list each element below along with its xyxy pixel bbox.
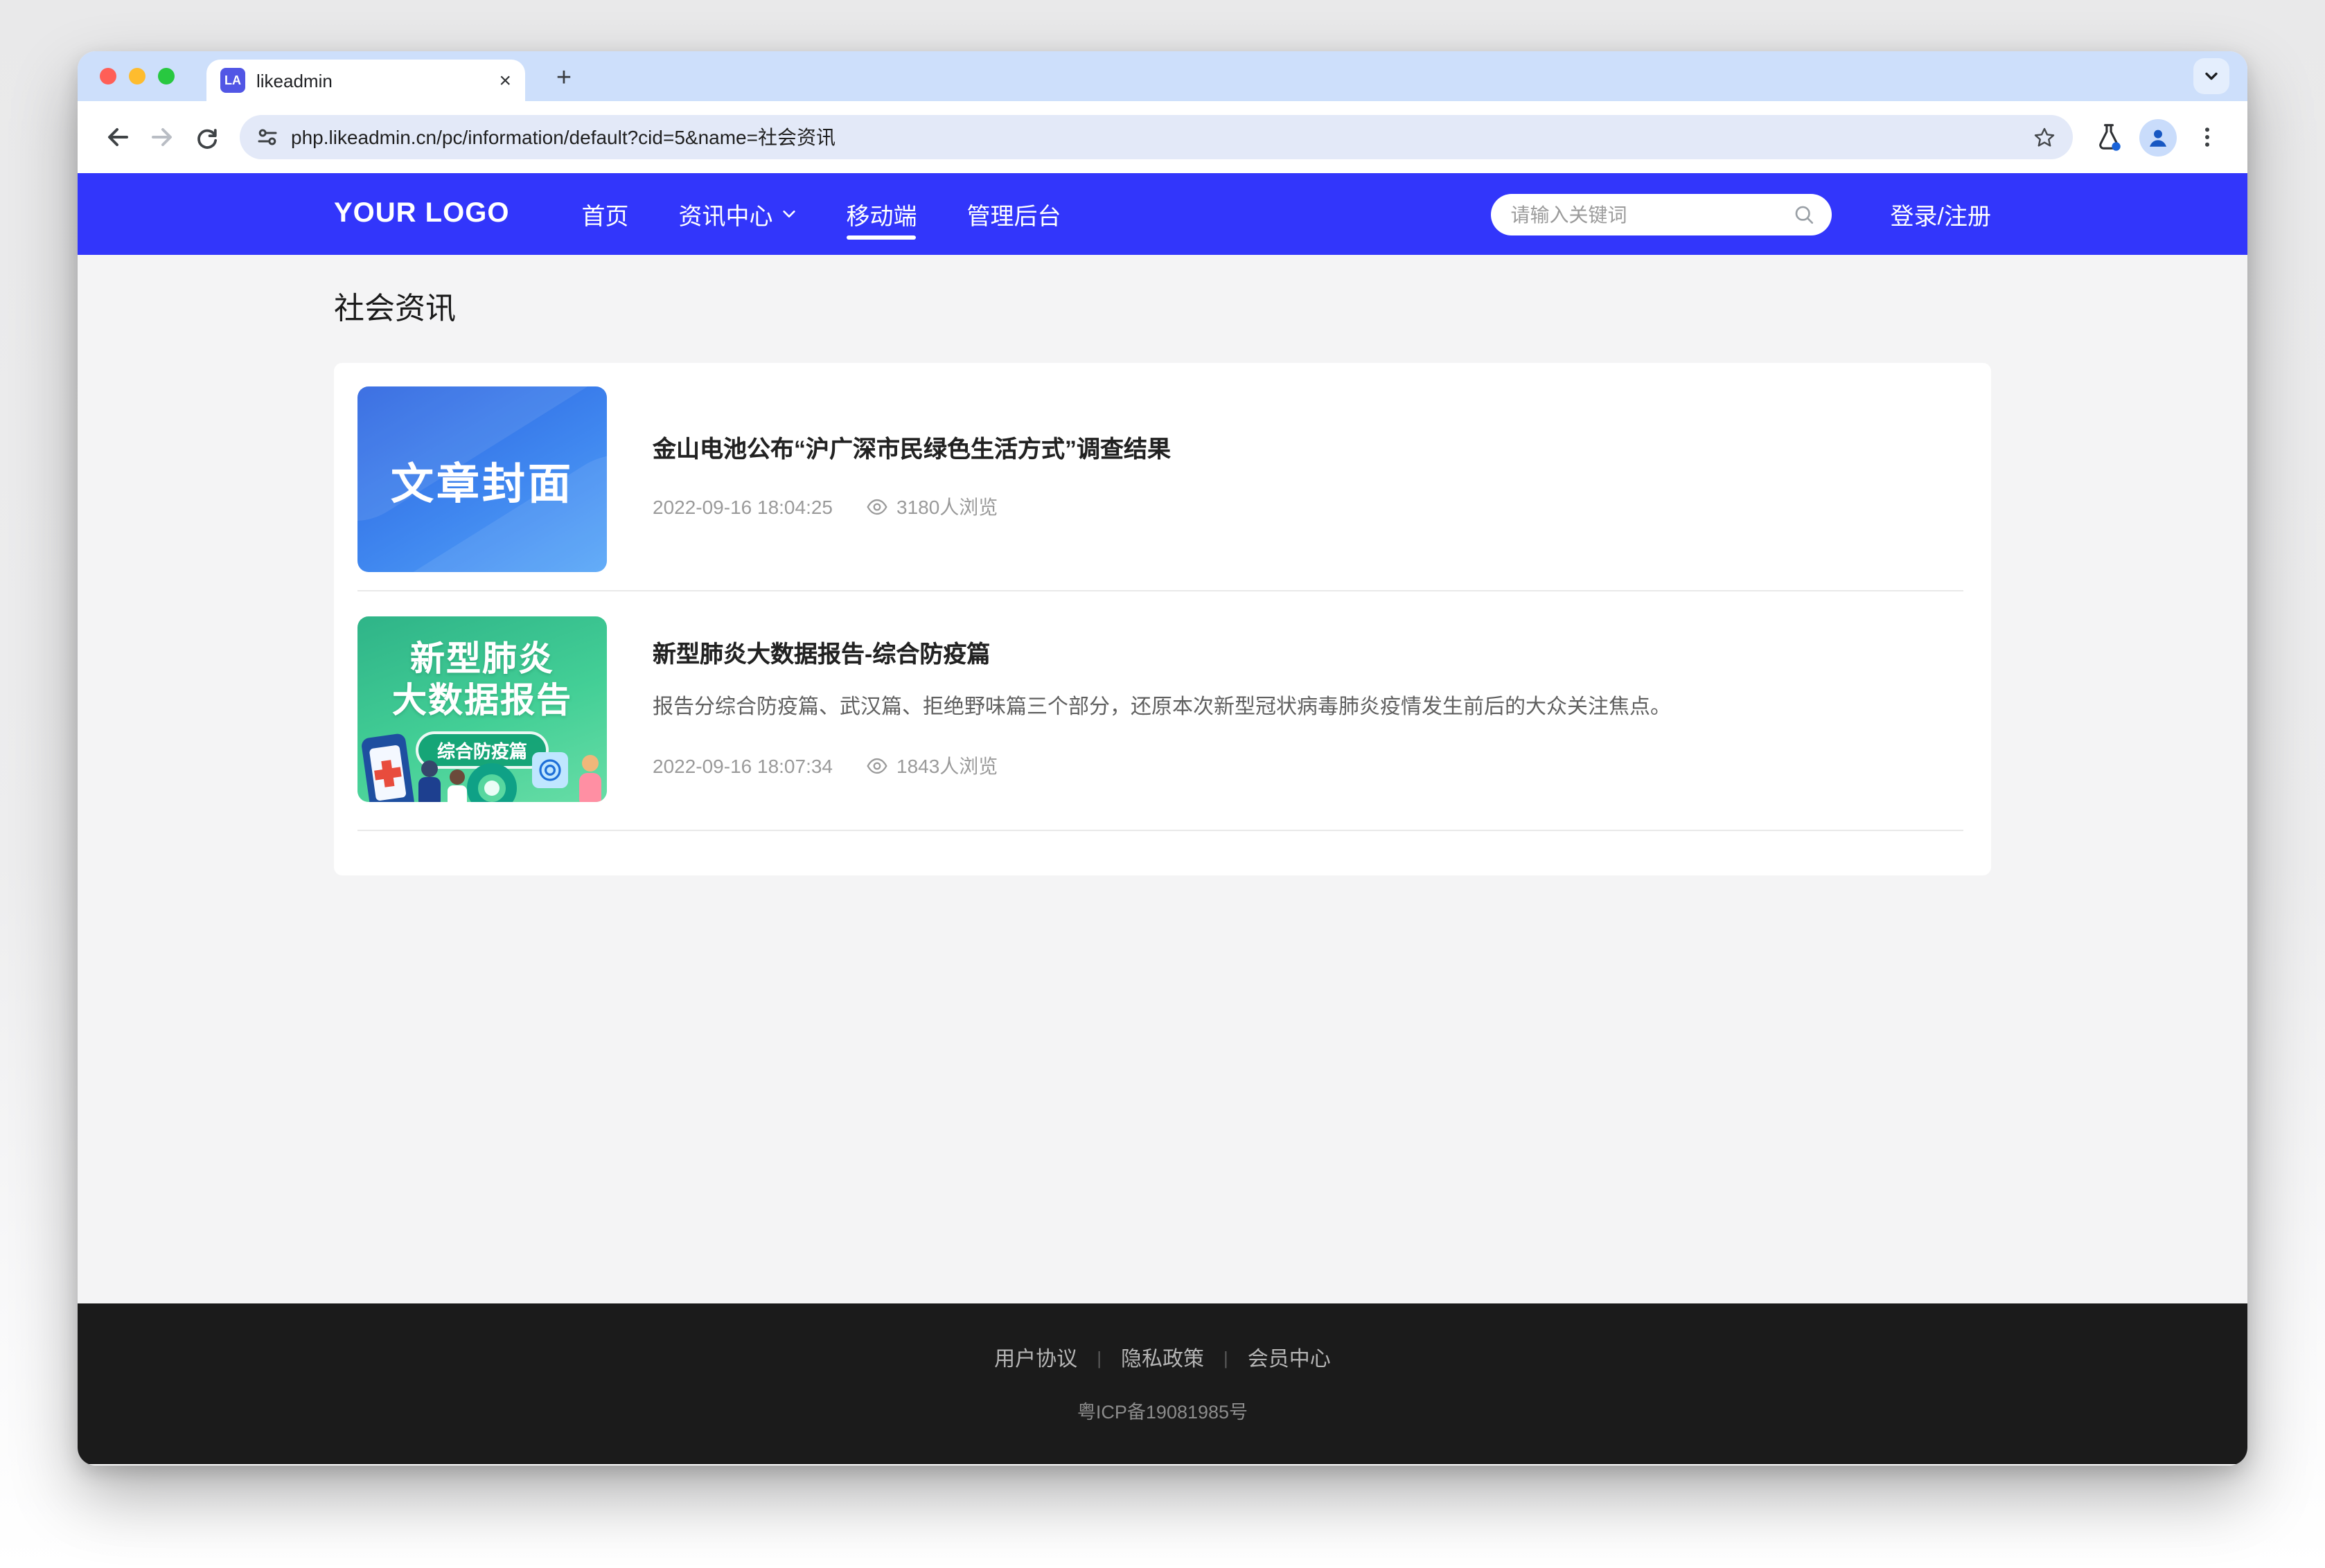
- forward-arrow-icon: [148, 123, 176, 151]
- cover-text: 大数据报告: [392, 680, 572, 722]
- close-window-button[interactable]: [100, 68, 116, 84]
- forward-button[interactable]: [140, 115, 184, 159]
- site-settings-icon[interactable]: [256, 126, 279, 148]
- main-menu: 首页 资讯中心 移动端 管理后台: [556, 173, 1086, 255]
- experiments-button[interactable]: [2087, 115, 2131, 159]
- article-list-card: 文章封面 金山电池公布“沪广深市民绿色生活方式”调查结果 2022-09-16 …: [334, 363, 1991, 875]
- url-text[interactable]: php.likeadmin.cn/pc/information/default?…: [291, 123, 2033, 151]
- back-arrow-icon: [104, 123, 132, 151]
- url-bar[interactable]: php.likeadmin.cn/pc/information/default?…: [240, 115, 2073, 159]
- nav-item-admin[interactable]: 管理后台: [942, 173, 1086, 255]
- article-title[interactable]: 金山电池公布“沪广深市民绿色生活方式”调查结果: [653, 434, 1963, 467]
- bookmark-star-icon[interactable]: [2033, 125, 2056, 149]
- cover-text: 新型肺炎: [410, 639, 554, 680]
- browser-tab[interactable]: LA likeadmin ×: [206, 60, 525, 101]
- article-meta: 2022-09-16 18:04:25 3180人浏览: [653, 493, 1963, 521]
- nav-item-news-center[interactable]: 资讯中心: [653, 173, 821, 255]
- footer-separator: |: [1223, 1348, 1228, 1369]
- profile-avatar[interactable]: [2139, 118, 2177, 156]
- minimize-window-button[interactable]: [129, 68, 145, 84]
- back-button[interactable]: [96, 115, 140, 159]
- article-views: 3180人浏览: [866, 493, 998, 521]
- window-controls: [100, 68, 175, 84]
- article-row[interactable]: 新型肺炎 大数据报告 综合防疫篇: [357, 591, 1963, 831]
- tab-title: likeadmin: [256, 70, 333, 91]
- site-favicon: LA: [220, 68, 245, 93]
- new-tab-button[interactable]: +: [545, 60, 583, 98]
- eye-icon: [866, 755, 888, 777]
- eye-icon: [866, 496, 888, 518]
- reload-icon: [193, 124, 220, 150]
- zoom-window-button[interactable]: [158, 68, 175, 84]
- tab-strip: LA likeadmin × +: [78, 51, 2247, 101]
- icp-record-number: 粤ICP备19081985号: [1077, 1396, 1248, 1424]
- browser-window: LA likeadmin × +: [78, 51, 2247, 1465]
- page-title: 社会资讯: [334, 255, 1991, 328]
- three-dot-menu-icon: [2196, 126, 2218, 148]
- chevron-down-icon: [2202, 66, 2221, 86]
- flask-icon: [2095, 123, 2123, 151]
- browser-menu-button[interactable]: [2185, 115, 2229, 159]
- site-footer: 用户协议 | 隐私政策 | 会员中心 粤ICP备19081985号: [78, 1303, 2247, 1464]
- reload-button[interactable]: [184, 115, 229, 159]
- footer-link-privacy-policy[interactable]: 隐私政策: [1121, 1344, 1204, 1373]
- nav-item-mobile[interactable]: 移动端: [821, 173, 942, 255]
- article-date: 2022-09-16 18:07:34: [653, 755, 833, 777]
- chevron-down-icon: [781, 206, 796, 222]
- cover-text: 文章封面: [391, 448, 574, 510]
- footer-link-user-agreement[interactable]: 用户协议: [994, 1344, 1077, 1373]
- article-cover-image[interactable]: 新型肺炎 大数据报告 综合防疫篇: [357, 616, 607, 802]
- close-tab-icon[interactable]: ×: [499, 70, 511, 91]
- login-register-link[interactable]: 登录/注册: [1891, 197, 1991, 231]
- screenshot-stage: LA likeadmin × +: [0, 0, 2325, 1568]
- article-row[interactable]: 文章封面 金山电池公布“沪广深市民绿色生活方式”调查结果 2022-09-16 …: [357, 363, 1963, 591]
- search-input[interactable]: [1511, 203, 1794, 225]
- article-title[interactable]: 新型肺炎大数据报告-综合防疫篇: [653, 639, 1963, 672]
- browser-toolbar: php.likeadmin.cn/pc/information/default?…: [78, 101, 2247, 173]
- site-navbar: YOUR LOGO 首页 资讯中心 移动端 管理后: [78, 173, 2247, 255]
- article-cover-image[interactable]: 文章封面: [357, 386, 607, 572]
- person-icon: [2146, 125, 2170, 149]
- article-description: 报告分综合防疫篇、武汉篇、拒绝野味篇三个部分，还原本次新型冠状病毒肺炎疫情发生前…: [653, 693, 1963, 722]
- tab-search-button[interactable]: [2193, 58, 2229, 94]
- cover-illustration: [357, 733, 607, 802]
- site-logo[interactable]: YOUR LOGO: [334, 198, 509, 230]
- page-body: 社会资讯 文章封面 金山电池公布“沪广深市民绿色生活方式”调查结果: [78, 255, 2247, 1303]
- footer-separator: |: [1097, 1348, 1102, 1369]
- search-box[interactable]: [1492, 193, 1832, 235]
- article-meta: 2022-09-16 18:07:34 1843人浏览: [653, 752, 1963, 780]
- search-icon[interactable]: [1794, 203, 1816, 225]
- footer-link-member-center[interactable]: 会员中心: [1248, 1344, 1331, 1373]
- footer-links: 用户协议 | 隐私政策 | 会员中心: [994, 1344, 1331, 1373]
- nav-item-home[interactable]: 首页: [556, 173, 653, 255]
- article-views: 1843人浏览: [866, 752, 998, 780]
- toolbar-right-cluster: [2087, 115, 2229, 159]
- article-date: 2022-09-16 18:04:25: [653, 496, 833, 518]
